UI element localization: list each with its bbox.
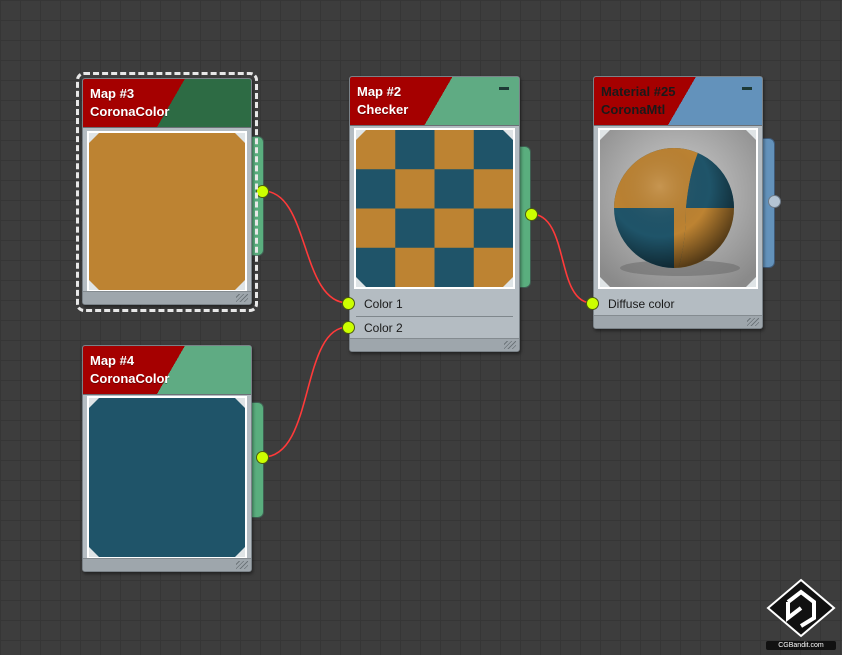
node-subtitle: CoronaColor: [90, 371, 170, 386]
node-title: Material #25: [601, 84, 676, 99]
node-subtitle: Checker: [357, 102, 409, 117]
node-title: Map #4: [90, 353, 135, 368]
node-subtitle: CoronaMtl: [601, 102, 666, 117]
node-map2-checker[interactable]: Map #2 Checker Color 1 Color 2: [349, 76, 531, 352]
input-socket-color1[interactable]: [342, 297, 355, 310]
node-header[interactable]: Map #2 Checker: [350, 77, 519, 126]
color-swatch-preview: [87, 396, 247, 559]
watermark-text: CGBandit.com: [766, 641, 836, 650]
wire-map4-to-color2: [262, 326, 349, 458]
checker-preview: [354, 128, 515, 289]
output-socket-map3[interactable]: [256, 185, 269, 198]
minimize-icon[interactable]: [499, 87, 509, 90]
material-sphere-preview: [598, 128, 758, 289]
wire-map3-to-color1: [262, 190, 349, 304]
node-map4[interactable]: Map #4 CoronaColor: [82, 345, 264, 572]
input-socket-color2[interactable]: [342, 321, 355, 334]
resize-grip-icon[interactable]: [236, 561, 248, 569]
logo-icon: [766, 578, 836, 638]
output-socket-map4[interactable]: [256, 451, 269, 464]
node-title: Map #2: [357, 84, 402, 99]
wire-checker-to-diffuse: [530, 213, 593, 304]
node-title: Map #3: [90, 86, 135, 101]
node-footer: [594, 315, 762, 328]
output-socket-checker[interactable]: [525, 208, 538, 221]
node-map3[interactable]: Map #3 CoronaColor: [82, 78, 264, 305]
input-slot-diffuse-color[interactable]: Diffuse color: [608, 297, 674, 311]
slot-divider: [356, 316, 513, 317]
node-header[interactable]: Map #3 CoronaColor: [83, 79, 251, 128]
color-swatch-preview: [87, 131, 247, 292]
node-footer: [83, 558, 251, 571]
input-socket-diffuse[interactable]: [586, 297, 599, 310]
resize-grip-icon[interactable]: [236, 294, 248, 302]
output-socket-material[interactable]: [768, 195, 781, 208]
node-material25[interactable]: Material #25 CoronaMtl Diffuse color: [593, 76, 775, 329]
minimize-icon[interactable]: [742, 87, 752, 90]
input-slot-color1[interactable]: Color 1: [364, 297, 403, 311]
resize-grip-icon[interactable]: [747, 318, 759, 326]
input-slot-color2[interactable]: Color 2: [364, 321, 403, 335]
node-subtitle: CoronaColor: [90, 104, 170, 119]
resize-grip-icon[interactable]: [504, 341, 516, 349]
node-header[interactable]: Map #4 CoronaColor: [83, 346, 251, 395]
node-footer: [350, 338, 519, 351]
node-header[interactable]: Material #25 CoronaMtl: [594, 77, 762, 126]
node-footer: [83, 291, 251, 304]
cgbandit-logo: CGBandit.com: [766, 578, 836, 650]
